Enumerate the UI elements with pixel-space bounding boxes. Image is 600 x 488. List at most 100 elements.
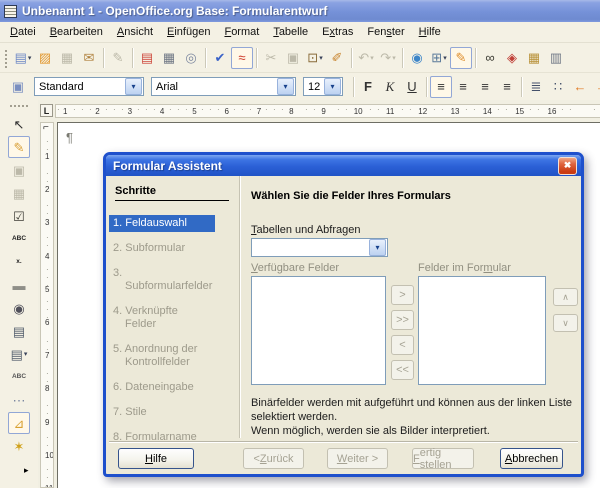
toolbar-separator (353, 77, 354, 97)
dropdown-arrow-icon[interactable]: ▾ (392, 54, 396, 62)
menu-format[interactable]: Format (217, 24, 266, 40)
hruler-tick: · (249, 105, 252, 114)
vruler-tick: · (46, 177, 49, 186)
underline-icon[interactable]: U (401, 76, 423, 98)
hruler-number: 10 (354, 107, 363, 116)
menu-einfgen[interactable]: Einfügen (160, 24, 217, 40)
menu-tabelle[interactable]: Tabelle (266, 24, 315, 40)
help-button[interactable]: Hilfe (118, 448, 194, 469)
bold-icon[interactable]: F (357, 76, 379, 98)
horizontal-ruler[interactable]: 12345678910111213141516·················… (55, 104, 600, 118)
dropdown-arrow-icon[interactable]: ▾ (24, 350, 28, 358)
data-sources-icon[interactable]: ▥ (545, 47, 567, 69)
tab-type-selector[interactable]: L (40, 104, 53, 117)
hruler-tick: · (433, 105, 436, 114)
spellcheck-icon[interactable]: ✔ (209, 47, 231, 69)
justify-icon[interactable]: ≡ (496, 76, 518, 98)
hruler-number: 7 (257, 107, 261, 116)
dropdown-arrow-icon[interactable]: ▾ (443, 54, 447, 62)
formatted-field-icon[interactable]: x. (8, 251, 30, 273)
styles-window-icon[interactable]: ▣ (7, 76, 29, 98)
push-button-icon[interactable]: ▬ (8, 274, 30, 296)
menu-bearbeiten[interactable]: Bearbeiten (43, 24, 110, 40)
hruler-tick: · (377, 105, 380, 114)
align-right-icon[interactable]: ≡ (474, 76, 496, 98)
label-field-icon[interactable]: ABC (8, 366, 30, 388)
align-center-icon[interactable]: ≡ (452, 76, 474, 98)
insert-table-icon[interactable]: ⊞▾ (428, 47, 450, 69)
page-preview-icon[interactable]: ◎ (180, 47, 202, 69)
list-box-icon[interactable]: ▤ (8, 320, 30, 342)
toolbar-separator (256, 48, 257, 68)
option-button-icon[interactable]: ◉ (8, 297, 30, 319)
email-icon[interactable]: ✉ (78, 47, 100, 69)
menu-extras[interactable]: Extras (315, 24, 360, 40)
hruler-tick: · (153, 105, 156, 114)
combo-box-icon[interactable]: ▤▾ (8, 343, 30, 365)
bullets-icon[interactable]: ∷ (547, 76, 569, 98)
hyperlink-icon[interactable]: ◉ (406, 47, 428, 69)
check-box-icon[interactable]: ☑ (8, 205, 30, 227)
transfer-buttons: >>><<< (391, 285, 414, 380)
increase-indent-icon[interactable]: → (591, 76, 600, 98)
app-icon (4, 5, 17, 18)
chevron-down-icon[interactable]: ▾ (369, 239, 386, 256)
export-pdf-icon[interactable]: ▤ (136, 47, 158, 69)
cancel-button[interactable]: Abbrechen (500, 448, 563, 469)
wizards-icon[interactable]: ✶ (8, 435, 30, 457)
chevron-down-icon[interactable]: ▾ (125, 78, 142, 95)
gallery-icon[interactable]: ▦ (523, 47, 545, 69)
toolbar-overflow-arrow[interactable]: ▸ (24, 465, 29, 476)
tables-queries-select[interactable]: ▾ (251, 238, 388, 257)
italic-icon[interactable]: K (379, 76, 401, 98)
paragraph-style-combo[interactable]: Standard ▾ (34, 77, 144, 96)
toolbar-grip[interactable] (3, 48, 8, 68)
navigator-icon[interactable]: ◈ (501, 47, 523, 69)
paste-icon[interactable]: ⊡▾ (304, 47, 326, 69)
menu-datei[interactable]: Datei (3, 24, 43, 40)
wizard-step-1[interactable]: 1. Feldauswahl (109, 215, 215, 232)
move-right-button: > (391, 285, 414, 305)
menu-fenster[interactable]: Fenster (360, 24, 411, 40)
form-design-icon[interactable]: ⊿ (8, 412, 30, 434)
available-fields-list[interactable] (251, 276, 386, 385)
close-icon[interactable]: ✖ (558, 157, 577, 175)
toolbar-grip[interactable] (9, 104, 29, 109)
format-paintbrush-icon[interactable]: ✐ (326, 47, 348, 69)
dropdown-arrow-icon[interactable]: ▾ (28, 54, 32, 62)
buttons-separator (109, 441, 578, 443)
font-size-combo[interactable]: 12 ▾ (303, 77, 343, 96)
move-all-right-button: >> (391, 310, 414, 330)
select-icon[interactable]: ↖ (8, 113, 30, 135)
dialog-titlebar[interactable]: Formular Assistent ✖ (106, 155, 581, 176)
open-icon[interactable]: ▨ (34, 47, 56, 69)
more-controls-icon[interactable]: ⋯ (8, 389, 30, 411)
vertical-ruler[interactable]: ⌐ 1234567891011·························… (40, 122, 54, 488)
fields-in-form-list[interactable] (418, 276, 546, 385)
vruler-number: 10 (45, 451, 54, 460)
steps-list: 1. Feldauswahl2. Subformular3. Subformul… (109, 215, 215, 454)
wizard-step-2: 2. Subformular (109, 240, 215, 257)
hruler-tick: · (169, 105, 172, 114)
menu-hilfe[interactable]: Hilfe (412, 24, 448, 40)
draw-functions-icon[interactable]: ✎ (450, 47, 472, 69)
dropdown-arrow-icon[interactable]: ▾ (319, 54, 323, 62)
chevron-down-icon[interactable]: ▾ (277, 78, 294, 95)
align-left-icon[interactable]: ≡ (430, 76, 452, 98)
numbering-icon[interactable]: ≣ (525, 76, 547, 98)
dialog-heading: Wählen Sie die Felder Ihres Formulars (251, 190, 451, 202)
hruler-tick: · (305, 105, 308, 114)
find-icon[interactable]: ∞ (479, 47, 501, 69)
hruler-tick: · (145, 105, 148, 114)
print-icon[interactable]: ▦ (158, 47, 180, 69)
design-mode-icon[interactable]: ✎ (8, 136, 30, 158)
menu-ansicht[interactable]: Ansicht (110, 24, 160, 40)
decrease-indent-icon[interactable]: ← (569, 76, 591, 98)
autospellcheck-icon[interactable]: ≈ (231, 47, 253, 69)
chevron-down-icon[interactable]: ▾ (324, 78, 341, 95)
font-name-combo[interactable]: Arial ▾ (151, 77, 296, 96)
new-document-icon[interactable]: ▤▾ (12, 47, 34, 69)
text-box-icon[interactable]: ABC (8, 228, 30, 250)
dropdown-arrow-icon[interactable]: ▾ (370, 54, 374, 62)
window-titlebar: Unbenannt 1 - OpenOffice.org Base: Formu… (0, 0, 600, 22)
